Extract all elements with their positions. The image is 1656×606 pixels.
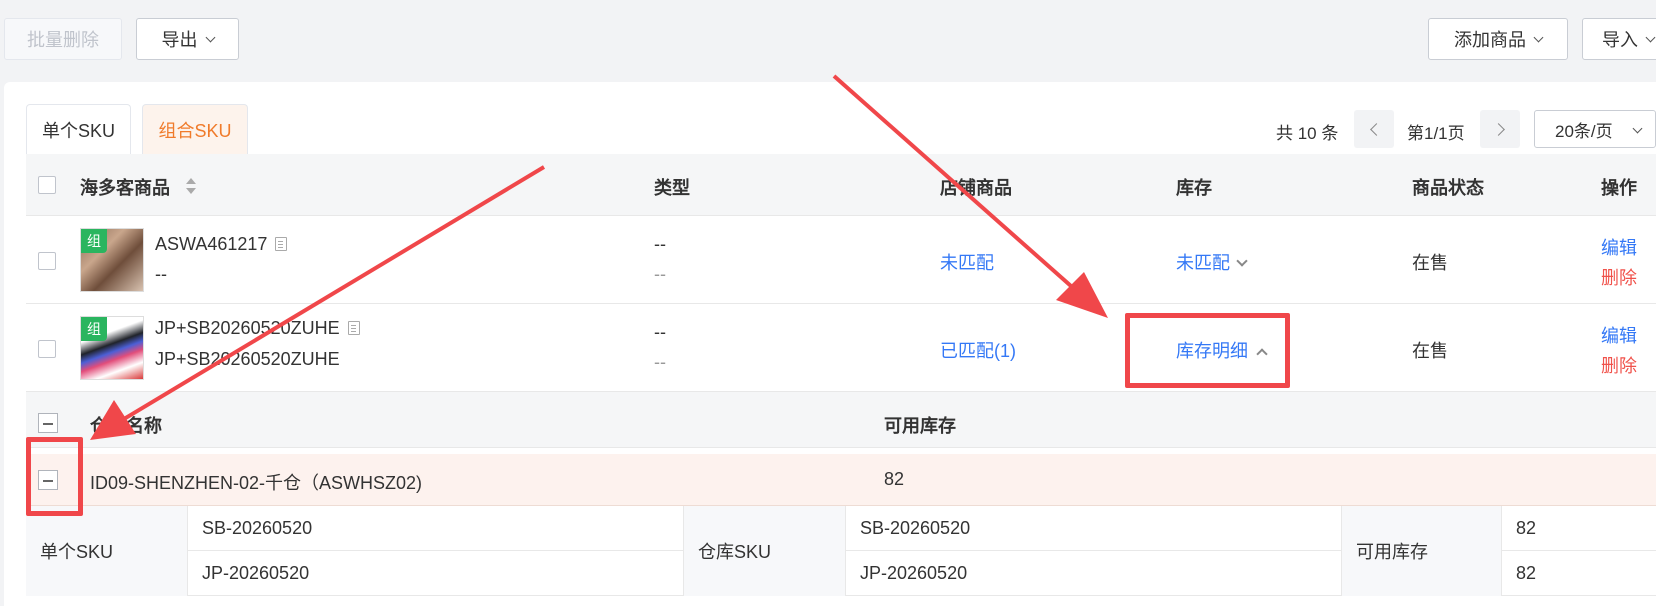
product-sku: JP+SB20260520ZUHE <box>155 318 360 339</box>
prev-page-button[interactable] <box>1354 110 1394 148</box>
page-size-value: 20条/页 <box>1555 121 1613 141</box>
chevron-down-icon <box>205 32 215 42</box>
import-label: 导入 <box>1602 30 1638 50</box>
single-sku-value: JP-20260520 <box>188 551 684 596</box>
export-button[interactable]: 导出 <box>136 18 239 60</box>
chevron-right-icon <box>1491 122 1505 136</box>
tab-label: 单个SKU <box>41 120 115 141</box>
available-label: 可用库存 <box>1342 506 1502 596</box>
stock-detail-header: 仓库名称 可用库存 <box>26 392 1656 448</box>
combo-badge: 组 <box>81 317 107 341</box>
edit-link[interactable]: 编辑 <box>1601 322 1637 348</box>
col-status: 商品状态 <box>1412 178 1484 198</box>
warehouse-row: ID09-SHENZHEN-02-千仓（ASWHSZ02) 82 <box>26 454 1656 506</box>
product-sku-text: JP+SB20260520ZUHE <box>155 318 340 338</box>
product-thumbnail: 组 <box>80 316 144 380</box>
add-product-button[interactable]: 添加商品 <box>1428 18 1568 60</box>
collapse-all-checkbox[interactable] <box>38 413 58 433</box>
status-value: 在售 <box>1412 253 1448 273</box>
warehouse-sku-label: 仓库SKU <box>684 506 846 596</box>
type-sub: -- <box>654 352 666 372</box>
highlight-box-collapse <box>26 437 83 516</box>
table-row: 组 ASWA461217 -- -- -- 未匹配 未匹配 在售 编辑 删除 <box>26 216 1656 304</box>
warehouse-sku-value: JP-20260520 <box>846 551 1342 596</box>
page-indicator: 第1/1页 <box>1407 124 1465 143</box>
store-match-link[interactable]: 未匹配 <box>940 249 994 275</box>
col-product[interactable]: 海多客商品 <box>80 174 197 201</box>
combo-badge: 组 <box>81 229 107 253</box>
delete-link[interactable]: 删除 <box>1601 264 1637 290</box>
type-value: -- <box>654 322 666 342</box>
status-value: 在售 <box>1412 341 1448 361</box>
col-product-label: 海多客商品 <box>80 178 170 198</box>
product-sku: ASWA461217 <box>155 234 288 255</box>
col-store-product: 店铺商品 <box>940 178 1012 198</box>
tab-combo-sku[interactable]: 组合SKU <box>142 104 248 154</box>
type-value: -- <box>654 234 666 254</box>
page-size-select[interactable]: 20条/页 <box>1534 110 1656 148</box>
total-count: 共 10 条 <box>1276 124 1339 143</box>
sku-detail-grid: 单个SKU SB-20260520 JP-20260520 仓库SKU SB-2… <box>26 506 1656 596</box>
select-all-checkbox[interactable] <box>38 176 56 194</box>
available-value: 82 <box>1502 506 1656 551</box>
next-page-button[interactable] <box>1480 110 1520 148</box>
warehouse-name: ID09-SHENZHEN-02-千仓（ASWHSZ02) <box>90 473 423 493</box>
col-type: 类型 <box>654 178 690 198</box>
chevron-down-icon <box>1533 32 1544 42</box>
product-sub: JP+SB20260520ZUHE <box>155 349 340 369</box>
row-checkbox[interactable] <box>38 252 56 270</box>
product-thumbnail: 组 <box>80 228 144 292</box>
col-available: 可用库存 <box>884 416 956 436</box>
warehouse-available: 82 <box>884 469 905 489</box>
edit-link[interactable]: 编辑 <box>1601 234 1637 260</box>
col-actions: 操作 <box>1601 178 1637 198</box>
col-warehouse: 仓库名称 <box>90 416 162 436</box>
chevron-down-icon <box>1236 255 1248 267</box>
type-sub: -- <box>654 264 666 284</box>
batch-delete-label: 批量删除 <box>27 30 99 50</box>
export-label: 导出 <box>161 30 198 50</box>
row-checkbox[interactable] <box>38 340 56 358</box>
available-value: 82 <box>1516 563 1537 583</box>
single-sku-value: SB-20260520 <box>188 506 684 551</box>
sort-icon[interactable] <box>185 176 197 201</box>
tab-label: 组合SKU <box>158 120 232 141</box>
chevron-down-icon <box>1645 32 1656 42</box>
single-sku-label: 单个SKU <box>26 506 188 596</box>
add-product-label: 添加商品 <box>1454 30 1526 50</box>
product-sub: -- <box>155 264 167 284</box>
col-stock: 库存 <box>1176 178 1212 198</box>
product-sku-text: ASWA461217 <box>155 234 268 254</box>
highlight-box-stock-detail <box>1125 313 1290 388</box>
chevron-left-icon <box>1369 122 1383 136</box>
import-button[interactable]: 导入 <box>1582 18 1656 60</box>
table-row: 组 JP+SB20260520ZUHE JP+SB20260520ZUHE --… <box>26 304 1656 392</box>
tab-single-sku[interactable]: 单个SKU <box>26 104 131 154</box>
copy-icon[interactable] <box>275 237 288 251</box>
delete-link[interactable]: 删除 <box>1601 352 1637 378</box>
stock-toggle-label: 未匹配 <box>1176 253 1230 273</box>
stock-toggle[interactable]: 未匹配 <box>1176 249 1248 275</box>
store-match-link[interactable]: 已匹配(1) <box>940 337 1016 363</box>
table-header: 海多客商品 类型 店铺商品 库存 商品状态 操作 <box>26 154 1656 216</box>
batch-delete-button[interactable]: 批量删除 <box>4 18 122 60</box>
warehouse-sku-value: SB-20260520 <box>846 506 1342 551</box>
chevron-down-icon <box>1632 123 1643 134</box>
copy-icon[interactable] <box>347 321 360 335</box>
